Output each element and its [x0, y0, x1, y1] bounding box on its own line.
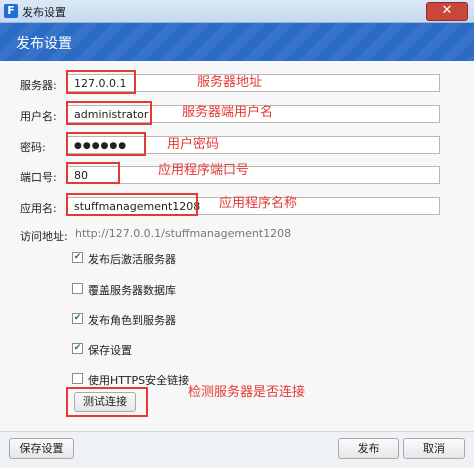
port-highlight-box	[66, 162, 120, 184]
password-label: 密码:	[20, 141, 46, 154]
app-name-highlight-box	[66, 193, 198, 216]
url-label: 访问地址:	[20, 230, 68, 243]
port-label: 端口号:	[20, 171, 57, 184]
checkbox-checked-icon[interactable]: ✔	[72, 252, 83, 263]
window-titlebar: F 发布设置 ✕	[0, 0, 474, 23]
username-label: 用户名:	[20, 110, 57, 123]
dialog-header: 发布设置	[0, 23, 474, 61]
app-logo-icon: F	[4, 4, 18, 18]
checkbox-checked-icon[interactable]: ✔	[72, 313, 83, 324]
publish-button[interactable]: 发布	[338, 438, 399, 459]
app-name-label: 应用名:	[20, 202, 57, 215]
server-annotation: 服务器地址	[197, 75, 263, 90]
window-title: 发布设置	[22, 6, 66, 19]
checkbox-unchecked-icon[interactable]	[72, 373, 83, 384]
server-label: 服务器:	[20, 79, 57, 92]
port-annotation: 应用程序端口号	[158, 163, 250, 178]
checkbox-unchecked-icon[interactable]	[72, 283, 83, 294]
username-annotation: 服务器端用户名	[182, 105, 274, 120]
server-highlight-box	[66, 70, 136, 94]
password-annotation: 用户密码	[167, 137, 220, 152]
dialog-title: 发布设置	[16, 36, 72, 52]
save-settings-button[interactable]: 保存设置	[9, 438, 74, 459]
cancel-button[interactable]: 取消	[403, 438, 465, 459]
password-highlight-box	[66, 132, 146, 156]
access-url-value: http://127.0.0.1/stuffmanagement1208	[75, 227, 292, 240]
checkbox-checked-icon[interactable]: ✔	[72, 343, 83, 354]
window-close-button[interactable]: ✕	[426, 2, 468, 21]
test-connection-annotation: 检测服务器是否连接	[188, 385, 306, 400]
test-connection-highlight-box	[66, 387, 148, 417]
app-name-annotation: 应用程序名称	[219, 196, 298, 211]
port-input[interactable]: 80	[67, 166, 440, 184]
username-highlight-box	[66, 101, 152, 125]
